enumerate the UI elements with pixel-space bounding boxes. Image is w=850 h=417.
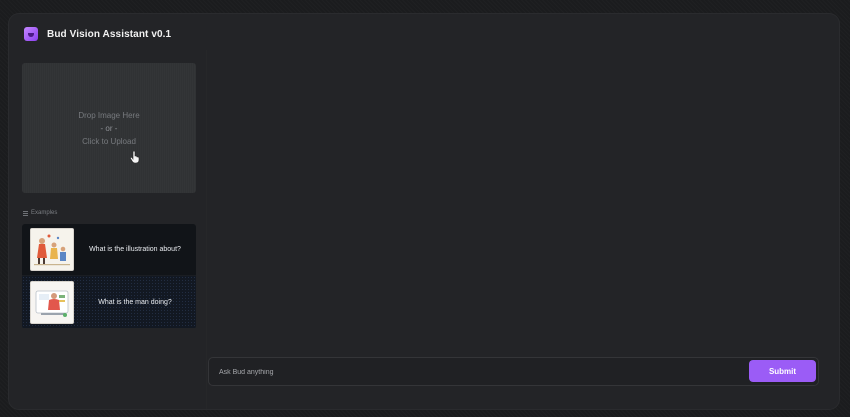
image-upload-dropzone[interactable]: Drop Image Here - or - Click to Upload	[22, 63, 196, 193]
upload-click-text: Click to Upload	[82, 136, 136, 146]
chat-area	[207, 50, 839, 370]
example-text: What is the illustration about?	[89, 246, 181, 253]
header: Bud Vision Assistant v0.1	[24, 26, 171, 42]
example-item[interactable]: What is the man doing?	[22, 276, 196, 328]
examples-list: What is the illustration about? What is …	[22, 224, 196, 329]
app-window: Bud Vision Assistant v0.1 Drop Image Her…	[9, 14, 839, 409]
example-text: What is the man doing?	[98, 298, 172, 306]
bud-logo-icon	[24, 27, 38, 41]
illustration-thumbnail-icon	[30, 228, 74, 271]
upload-drop-text: Drop Image Here	[78, 110, 140, 120]
submit-button[interactable]: Submit	[749, 360, 816, 382]
man-working-thumbnail-icon	[30, 280, 74, 324]
hand-pointer-cursor-icon	[130, 151, 140, 163]
list-icon	[23, 210, 28, 216]
sidebar: Drop Image Here - or - Click to Upload E…	[9, 50, 207, 409]
upload-or-text: - or -	[100, 123, 118, 133]
app-title: Bud Vision Assistant v0.1	[47, 28, 172, 40]
chat-input[interactable]	[217, 358, 741, 387]
examples-label: Examples	[23, 210, 57, 216]
example-item[interactable]: What is the illustration about?	[22, 224, 196, 276]
chat-input-bar: Submit	[208, 357, 819, 387]
